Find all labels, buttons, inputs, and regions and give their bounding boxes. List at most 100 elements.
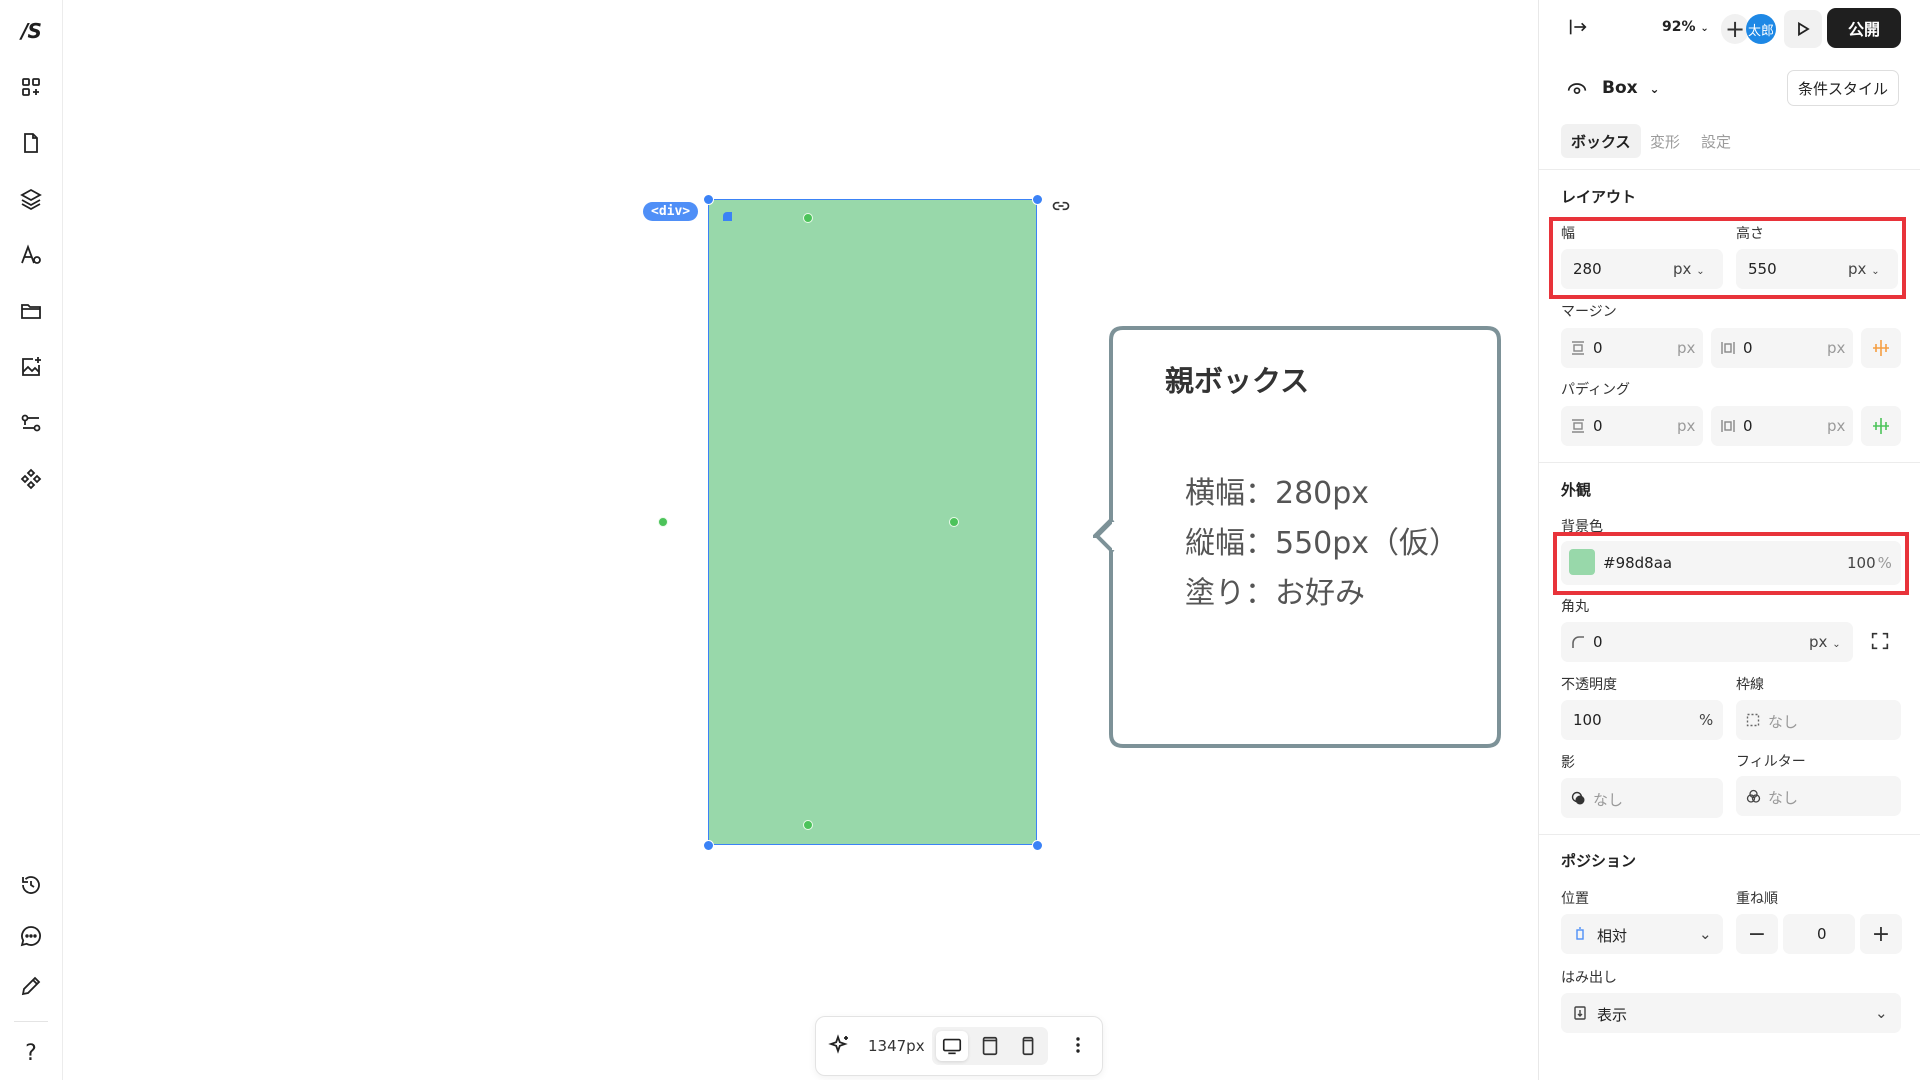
margin-individual-button[interactable] xyxy=(1861,328,1901,368)
z-order-field[interactable]: 0 xyxy=(1783,914,1855,954)
width-unit: px xyxy=(1673,260,1692,278)
background-color-hex: #98d8aa xyxy=(1603,554,1673,572)
margin-vertical-icon xyxy=(1572,341,1584,355)
divider xyxy=(1539,462,1920,463)
image-add-icon[interactable] xyxy=(14,350,48,384)
link-icon[interactable] xyxy=(1051,196,1071,216)
tab-transform[interactable]: 変形 xyxy=(1650,124,1680,158)
expand-corners-icon[interactable] xyxy=(1869,630,1891,656)
play-icon xyxy=(1798,21,1810,37)
logo-text: /S xyxy=(21,19,42,43)
pencil-icon[interactable] xyxy=(14,969,48,1003)
tab-settings[interactable]: 設定 xyxy=(1701,124,1731,158)
color-swatch[interactable] xyxy=(1569,549,1595,575)
z-order-label: 重ね順 xyxy=(1736,891,1778,907)
page-icon[interactable] xyxy=(14,126,48,160)
tab-box[interactable]: ボックス xyxy=(1561,124,1641,158)
radius-value: 0 xyxy=(1593,633,1603,651)
preview-button[interactable] xyxy=(1784,10,1822,48)
desktop-icon[interactable] xyxy=(936,1031,968,1061)
margin-horizontal-unit: px xyxy=(1827,339,1846,357)
padding-horizontal-value: 0 xyxy=(1743,417,1753,435)
position-select[interactable]: 相対 ⌄ xyxy=(1561,914,1723,954)
conditional-style-button[interactable]: 条件スタイル xyxy=(1787,70,1899,106)
layers-icon[interactable] xyxy=(14,182,48,216)
padding-horizontal-field[interactable]: 0 px xyxy=(1711,406,1853,446)
handle-top-left[interactable] xyxy=(703,194,714,205)
history-icon[interactable] xyxy=(14,868,48,902)
device-switcher xyxy=(932,1027,1048,1065)
avatar[interactable]: 太郎 xyxy=(1746,14,1776,44)
filter-field[interactable]: なし xyxy=(1736,776,1901,816)
appearance-section-title: 外観 xyxy=(1561,481,1592,499)
mobile-icon[interactable] xyxy=(1012,1031,1044,1061)
app-logo[interactable]: /S xyxy=(14,14,48,48)
z-order-value: 0 xyxy=(1817,925,1827,943)
padding-handle-right[interactable] xyxy=(949,517,959,527)
callout-title: 親ボックス xyxy=(1165,364,1310,398)
width-field[interactable]: 280 px ⌄ xyxy=(1561,249,1723,289)
border-field[interactable]: なし xyxy=(1736,700,1901,740)
z-order-increment-button[interactable]: + xyxy=(1860,914,1902,954)
overflow-value: 表示 xyxy=(1597,1006,1628,1024)
collapse-panel-icon[interactable] xyxy=(1567,16,1589,42)
shadow-label: 影 xyxy=(1561,755,1575,771)
padding-handle-left[interactable] xyxy=(658,517,668,527)
selected-box[interactable] xyxy=(708,199,1037,845)
resize-radius-icon[interactable] xyxy=(722,211,733,222)
shadow-field[interactable]: なし xyxy=(1561,778,1723,818)
ai-sparkle-icon[interactable] xyxy=(828,1033,852,1057)
radius-unit: px xyxy=(1809,633,1828,651)
design-canvas[interactable]: <div> 親ボックス 横幅：280px 縦幅：550px（仮） 塗り：お好み xyxy=(63,0,1537,1080)
padding-vertical-field[interactable]: 0 px xyxy=(1561,406,1703,446)
opacity-value: 100 xyxy=(1573,711,1602,729)
opacity-label: 不透明度 xyxy=(1561,677,1617,693)
viewport-width[interactable]: 1347px xyxy=(868,1037,925,1055)
padding-handle-bottom[interactable] xyxy=(803,820,813,830)
components-icon[interactable] xyxy=(14,70,48,104)
zoom-select[interactable]: 92% ⌄ xyxy=(1662,19,1709,35)
padding-handle-top[interactable] xyxy=(803,213,813,223)
width-unit-select[interactable]: px ⌄ xyxy=(1673,260,1705,278)
position-value: 相対 xyxy=(1597,927,1628,945)
overflow-select[interactable]: 表示 ⌄ xyxy=(1561,993,1901,1033)
element-name-select[interactable]: Box ⌄ xyxy=(1602,78,1660,98)
comment-icon[interactable] xyxy=(14,919,48,953)
handle-bottom-left[interactable] xyxy=(703,840,714,851)
callout-line-fill: 塗り：お好み xyxy=(1185,576,1365,611)
tablet-icon[interactable] xyxy=(974,1031,1006,1061)
radius-field[interactable]: 0 px ⌄ xyxy=(1561,622,1853,662)
padding-vertical-value: 0 xyxy=(1593,417,1603,435)
opacity-field[interactable]: 100 % xyxy=(1561,700,1723,740)
element-tag-badge[interactable]: <div> xyxy=(643,202,699,221)
position-label: 位置 xyxy=(1561,891,1589,907)
padding-individual-button[interactable] xyxy=(1861,406,1901,446)
radius-unit-select[interactable]: px ⌄ xyxy=(1809,633,1841,651)
margin-individual-icon xyxy=(1873,340,1889,356)
handle-bottom-right[interactable] xyxy=(1032,840,1043,851)
chevron-down-icon: ⌄ xyxy=(1699,925,1712,943)
assets-icon[interactable] xyxy=(14,462,48,496)
flow-icon[interactable] xyxy=(14,406,48,440)
position-relative-icon xyxy=(1576,927,1584,940)
add-collaborator-button[interactable]: + xyxy=(1721,14,1749,44)
folder-icon[interactable] xyxy=(14,294,48,328)
visibility-icon[interactable] xyxy=(1567,79,1587,103)
height-field[interactable]: 550 px ⌄ xyxy=(1736,249,1898,289)
z-order-decrement-button[interactable]: − xyxy=(1736,914,1778,954)
padding-vertical-icon xyxy=(1572,419,1584,433)
margin-vertical-field[interactable]: 0 px xyxy=(1561,328,1703,368)
more-vertical-icon[interactable] xyxy=(1068,1033,1088,1057)
background-color-field[interactable]: #98d8aa 100% xyxy=(1561,541,1901,585)
typography-icon[interactable] xyxy=(14,238,48,272)
background-opacity-unit: % xyxy=(1877,554,1892,572)
bottom-toolbar: 1347px xyxy=(815,1016,1103,1076)
border-value: なし xyxy=(1768,713,1799,731)
help-icon[interactable]: ? xyxy=(14,1036,48,1070)
publish-button[interactable]: 公開 xyxy=(1827,8,1901,48)
margin-horizontal-field[interactable]: 0 px xyxy=(1711,328,1853,368)
left-rail: /S ? xyxy=(0,0,63,1080)
handle-top-right[interactable] xyxy=(1032,194,1043,205)
height-unit-select[interactable]: px ⌄ xyxy=(1848,260,1880,278)
filter-icon xyxy=(1746,789,1761,803)
